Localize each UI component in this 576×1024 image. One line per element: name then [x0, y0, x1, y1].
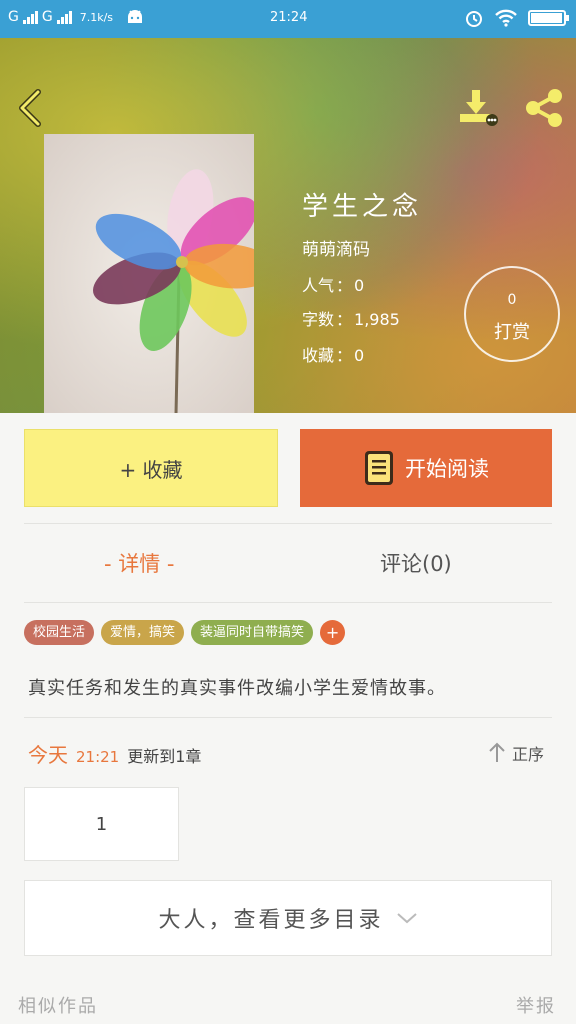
tip-button[interactable]: 0 打赏: [464, 266, 560, 362]
start-reading-button[interactable]: 开始阅读: [300, 429, 552, 507]
tag-showoff-comedy[interactable]: 装逼同时自带搞笑: [191, 620, 314, 645]
download-icon: [460, 90, 498, 126]
popularity-label: 人气: [302, 276, 335, 295]
back-button[interactable]: [14, 88, 48, 128]
favorites-label: 收藏: [302, 346, 335, 365]
add-favorite-button[interactable]: + 收藏: [24, 429, 278, 507]
word-count-row: 字数： 1,985: [302, 306, 400, 330]
android-icon: [128, 10, 143, 23]
start-reading-label: 开始阅读: [405, 457, 489, 481]
battery-icon: [528, 10, 569, 26]
tab-details[interactable]: - 详情 -: [104, 548, 175, 582]
tip-count: 0: [507, 292, 517, 308]
favorites-separator: ：: [336, 346, 353, 365]
back-arrow-icon: [19, 89, 41, 127]
book-cover[interactable]: [44, 134, 254, 413]
book-author[interactable]: 萌萌滴码: [302, 235, 370, 260]
network-speed: 7.1k/s: [79, 10, 114, 24]
tab-comments[interactable]: 评论(0): [380, 548, 452, 582]
wifi-icon: [495, 9, 517, 27]
word-count-separator: ：: [336, 310, 353, 329]
book-title: 学生之念: [302, 192, 423, 222]
book-description: 真实任务和发生的真实事件改编小学生爱情故事。: [28, 678, 446, 699]
view-more-catalog-label: 大人，查看更多目录: [158, 908, 384, 933]
pinwheel-cover-image: [44, 134, 254, 413]
update-info: 今天 21:21 更新到1章: [28, 739, 201, 768]
popularity-value: 0: [354, 276, 365, 295]
report-button[interactable]: 举报: [516, 992, 556, 1018]
popularity-row: 人气： 0: [302, 272, 364, 296]
favorites-row: 收藏： 0: [302, 342, 364, 366]
tag-list: 校园生活 爱情，搞笑 装逼同时自带搞笑 +: [24, 620, 346, 645]
chevron-down-icon: [396, 913, 417, 924]
signal-area: G G 7.1k/s: [8, 9, 145, 25]
signal-icon: [22, 10, 38, 24]
share-icon: [526, 89, 562, 127]
update-day: 今天: [28, 743, 68, 767]
update-text: 更新到1章: [127, 747, 202, 766]
divider: [24, 717, 552, 718]
tag-romance-comedy[interactable]: 爱情，搞笑: [101, 620, 185, 645]
alarm-icon: [466, 11, 482, 27]
status-bar: G G 7.1k/s 21:24: [0, 0, 576, 38]
clock: 21:24: [270, 10, 308, 25]
add-tag-button[interactable]: +: [320, 620, 346, 645]
tip-label: 打赏: [494, 322, 530, 343]
popularity-separator: ：: [336, 276, 353, 295]
view-more-catalog-button[interactable]: 大人，查看更多目录: [24, 880, 552, 956]
word-count-label: 字数: [302, 310, 335, 329]
book-icon: [365, 451, 393, 485]
sim2-network: G: [41, 9, 53, 25]
word-count-value: 1,985: [354, 310, 400, 329]
similar-works-heading: 相似作品: [18, 996, 98, 1017]
status-icons: [464, 8, 569, 28]
signal-icon: [56, 10, 72, 24]
sort-order-toggle[interactable]: 正序: [488, 741, 544, 765]
divider: [24, 602, 552, 603]
book-header: 学生之念 萌萌滴码 人气： 0 字数： 1,985 收藏： 0 0 打赏: [0, 38, 576, 413]
update-time: 21:21: [76, 748, 120, 766]
sim1-network: G: [8, 9, 19, 25]
favorites-value: 0: [354, 346, 365, 365]
sort-order-label: 正序: [512, 745, 545, 764]
download-button[interactable]: [456, 88, 502, 128]
chapter-item[interactable]: 1: [24, 787, 179, 861]
tag-campus-life[interactable]: 校园生活: [24, 620, 95, 645]
divider: [24, 523, 552, 524]
share-button[interactable]: [522, 86, 566, 130]
arrow-up-icon: [489, 742, 505, 762]
